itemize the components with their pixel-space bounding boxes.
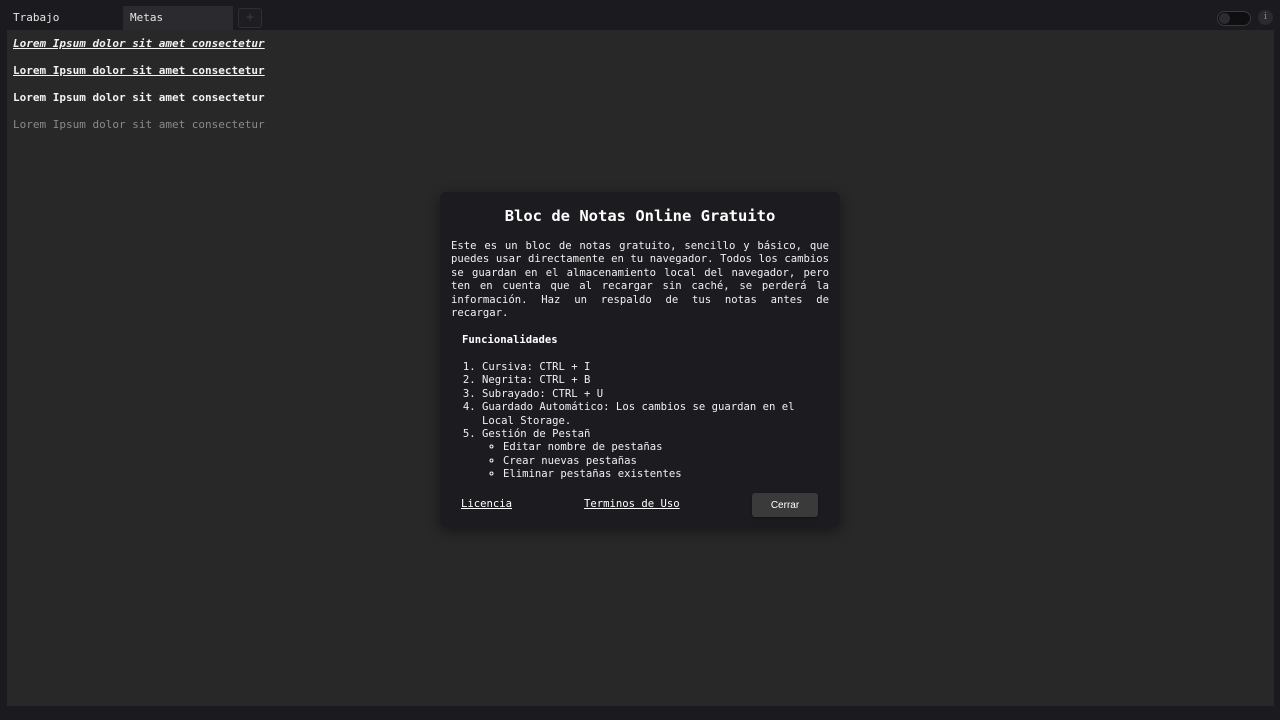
feature-item-label: Gestión de Pestañ xyxy=(482,428,591,441)
tab-metas[interactable]: Metas xyxy=(123,6,233,30)
theme-toggle[interactable] xyxy=(1217,11,1251,26)
feature-item: Guardado Automático: Los cambios se guar… xyxy=(482,401,822,428)
modal-description: Este es un bloc de notas gratuito, senci… xyxy=(451,240,829,320)
modal-title: Bloc de Notas Online Gratuito xyxy=(504,207,776,225)
editor-line-plain: Lorem Ipsum dolor sit amet consectetur xyxy=(13,118,265,131)
tab-feature-item: Editar nombre de pestañas xyxy=(503,441,822,454)
info-modal: Bloc de Notas Online Gratuito Este es un… xyxy=(440,192,840,527)
feature-item: Subrayado: CTRL + U xyxy=(482,388,822,401)
tab-bar: Trabajo Metas + i xyxy=(0,0,1280,30)
feature-item: Cursiva: CTRL + I xyxy=(482,361,822,374)
tab-trabajo[interactable]: Trabajo xyxy=(6,6,120,30)
editor-line-bold: Lorem Ipsum dolor sit amet consectetur xyxy=(13,91,265,104)
tab-feature-item: Eliminar pestañas existentes xyxy=(503,468,822,481)
license-link[interactable]: Licencia xyxy=(461,498,512,510)
terms-link[interactable]: Terminos de Uso xyxy=(584,498,680,510)
toggle-knob xyxy=(1219,13,1230,24)
features-list: Cursiva: CTRL + I Negrita: CTRL + B Subr… xyxy=(462,361,822,482)
feature-item: Gestión de Pestañ Editar nombre de pesta… xyxy=(482,428,822,482)
tab-feature-item: Crear nuevas pestañas xyxy=(503,455,822,468)
tab-features-list: Editar nombre de pestañas Crear nuevas p… xyxy=(482,441,822,481)
editor-line-bold-italic-underline: Lorem Ipsum dolor sit amet consectetur xyxy=(13,37,265,50)
feature-item: Negrita: CTRL + B xyxy=(482,374,822,387)
close-button[interactable]: Cerrar xyxy=(752,493,818,517)
info-icon[interactable]: i xyxy=(1258,10,1273,25)
editor-line-bold-underline: Lorem Ipsum dolor sit amet consectetur xyxy=(13,64,265,77)
add-tab-button[interactable]: + xyxy=(238,8,262,28)
features-title: Funcionalidades xyxy=(462,334,558,346)
